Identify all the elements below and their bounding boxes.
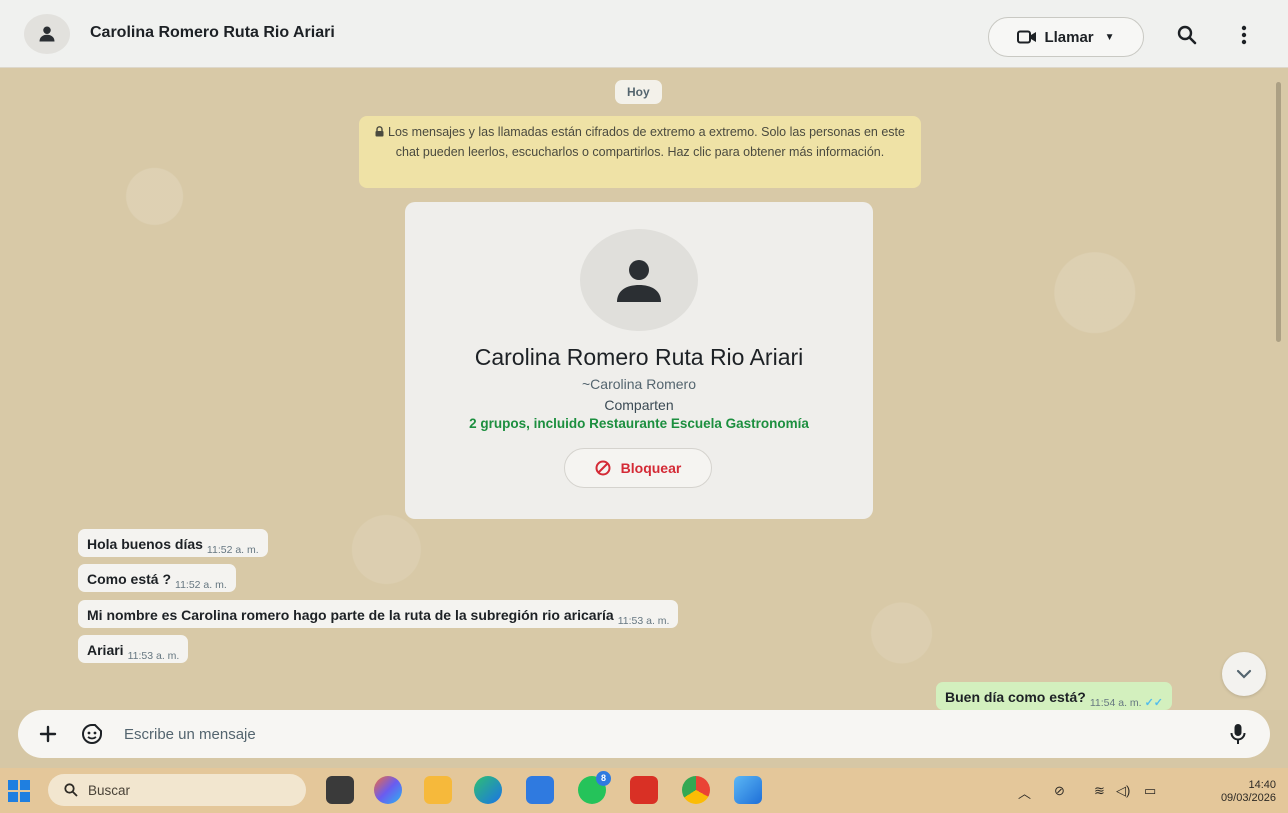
clock-date: 09/03/2026 (1220, 792, 1276, 804)
contact-name[interactable]: Carolina Romero Ruta Rio Ariari (90, 24, 335, 42)
chat-area[interactable]: Hoy Los mensajes y las llamadas están ci… (0, 68, 1288, 710)
taskbar-search[interactable]: Buscar (48, 774, 306, 806)
tray-chevron-up-icon[interactable]: ︿ (1018, 783, 1031, 802)
message-text: Hola buenos días (87, 536, 203, 552)
contact-card-name: Carolina Romero Ruta Rio Ariari (474, 344, 804, 370)
contact-card-avatar (580, 229, 698, 331)
person-icon (617, 260, 661, 302)
person-icon (39, 26, 55, 42)
search-icon (1177, 25, 1197, 45)
message-bubble-outgoing[interactable]: Buen día como está? 11:54 a. m. ✓✓ (936, 682, 1173, 710)
store-icon[interactable] (526, 776, 554, 804)
menu-button[interactable] (1229, 20, 1259, 50)
scroll-to-bottom-button[interactable] (1222, 652, 1266, 696)
edge-icon[interactable] (474, 776, 502, 804)
call-button-label: Llamar (1044, 28, 1094, 46)
message-text: Mi nombre es Carolina romero hago parte … (87, 607, 614, 623)
battery-icon[interactable]: ▭ (1144, 783, 1156, 799)
notifications-off-icon[interactable]: ⊘ (1054, 783, 1065, 799)
acrobat-icon[interactable] (630, 776, 658, 804)
taskbar-clock[interactable]: 14:40 09/03/2026 (1184, 779, 1276, 805)
microphone-icon (1230, 724, 1246, 744)
message-time: 11:53 a. m. (127, 650, 180, 662)
encryption-notice[interactable]: Los mensajes y las llamadas están cifrad… (359, 116, 921, 188)
clock-time: 14:40 (1248, 779, 1276, 791)
windows-taskbar: Buscar 8 ︿ ⊘ ≋ ◁) ▭ 14:40 09/03/2026 (0, 768, 1288, 813)
block-icon (595, 460, 611, 476)
read-ticks-icon: ✓✓ (1144, 697, 1164, 709)
voice-message-button[interactable] (1226, 722, 1250, 746)
video-camera-icon (1017, 30, 1037, 44)
wifi-icon[interactable]: ≋ (1094, 783, 1105, 799)
block-button[interactable]: Bloquear (564, 448, 712, 488)
chevron-down-icon (1236, 669, 1252, 679)
message-time: 11:53 a. m. (617, 615, 670, 627)
plus-icon (39, 725, 57, 743)
task-view-icon[interactable] (326, 776, 354, 804)
sticker-button[interactable] (80, 722, 104, 746)
message-input[interactable] (124, 718, 1214, 750)
search-icon (64, 783, 78, 797)
copilot-icon[interactable] (374, 776, 402, 804)
volume-icon[interactable]: ◁) (1116, 783, 1130, 799)
message-text: Ariari (87, 642, 124, 658)
file-explorer-icon[interactable] (424, 776, 452, 804)
contact-info-card: Carolina Romero Ruta Rio Ariari ~Carolin… (405, 202, 873, 519)
chat-header: Carolina Romero Ruta Rio Ariari Llamar ▼ (0, 0, 1288, 68)
message-time: 11:52 a. m. (175, 579, 227, 591)
message-bubble[interactable]: Ariari 11:53 a. m. (78, 635, 189, 663)
scrollbar-thumb[interactable] (1276, 82, 1281, 342)
message-text: Buen día como está? (945, 689, 1086, 705)
shared-groups-label: Comparten (604, 397, 674, 413)
whatsapp-icon[interactable]: 8 (578, 771, 611, 804)
windows-start-icon[interactable] (8, 780, 30, 802)
message-text: Como está ? (87, 571, 172, 587)
encryption-notice-text: Los mensajes y las llamadas están cifrad… (388, 125, 905, 159)
message-time: 11:54 a. m. (1089, 697, 1142, 709)
date-chip: Hoy (615, 80, 662, 104)
block-button-label: Bloquear (620, 460, 682, 476)
search-button[interactable] (1172, 20, 1202, 50)
attach-button[interactable] (36, 722, 60, 746)
photos-icon[interactable] (734, 776, 762, 804)
sticker-icon (82, 724, 102, 744)
chrome-icon[interactable] (682, 776, 710, 804)
message-bubble[interactable]: Mi nombre es Carolina romero hago parte … (78, 600, 679, 628)
taskbar-search-label: Buscar (88, 782, 131, 798)
contact-card-subname: ~Carolina Romero (582, 376, 696, 392)
contact-avatar[interactable] (24, 14, 70, 54)
lock-icon (375, 124, 384, 143)
chevron-down-icon: ▼ (1104, 31, 1115, 43)
message-bubble[interactable]: Como está ? 11:52 a. m. (78, 564, 236, 592)
message-composer (18, 710, 1270, 758)
call-button[interactable]: Llamar ▼ (988, 17, 1144, 57)
notification-badge: 8 (596, 771, 611, 786)
shared-groups-link[interactable]: 2 grupos, incluido Restaurante Escuela G… (405, 416, 873, 431)
message-time: 11:52 a. m. (206, 544, 259, 556)
more-vertical-icon (1241, 25, 1247, 45)
message-bubble[interactable]: Hola buenos días 11:52 a. m. (78, 529, 268, 557)
